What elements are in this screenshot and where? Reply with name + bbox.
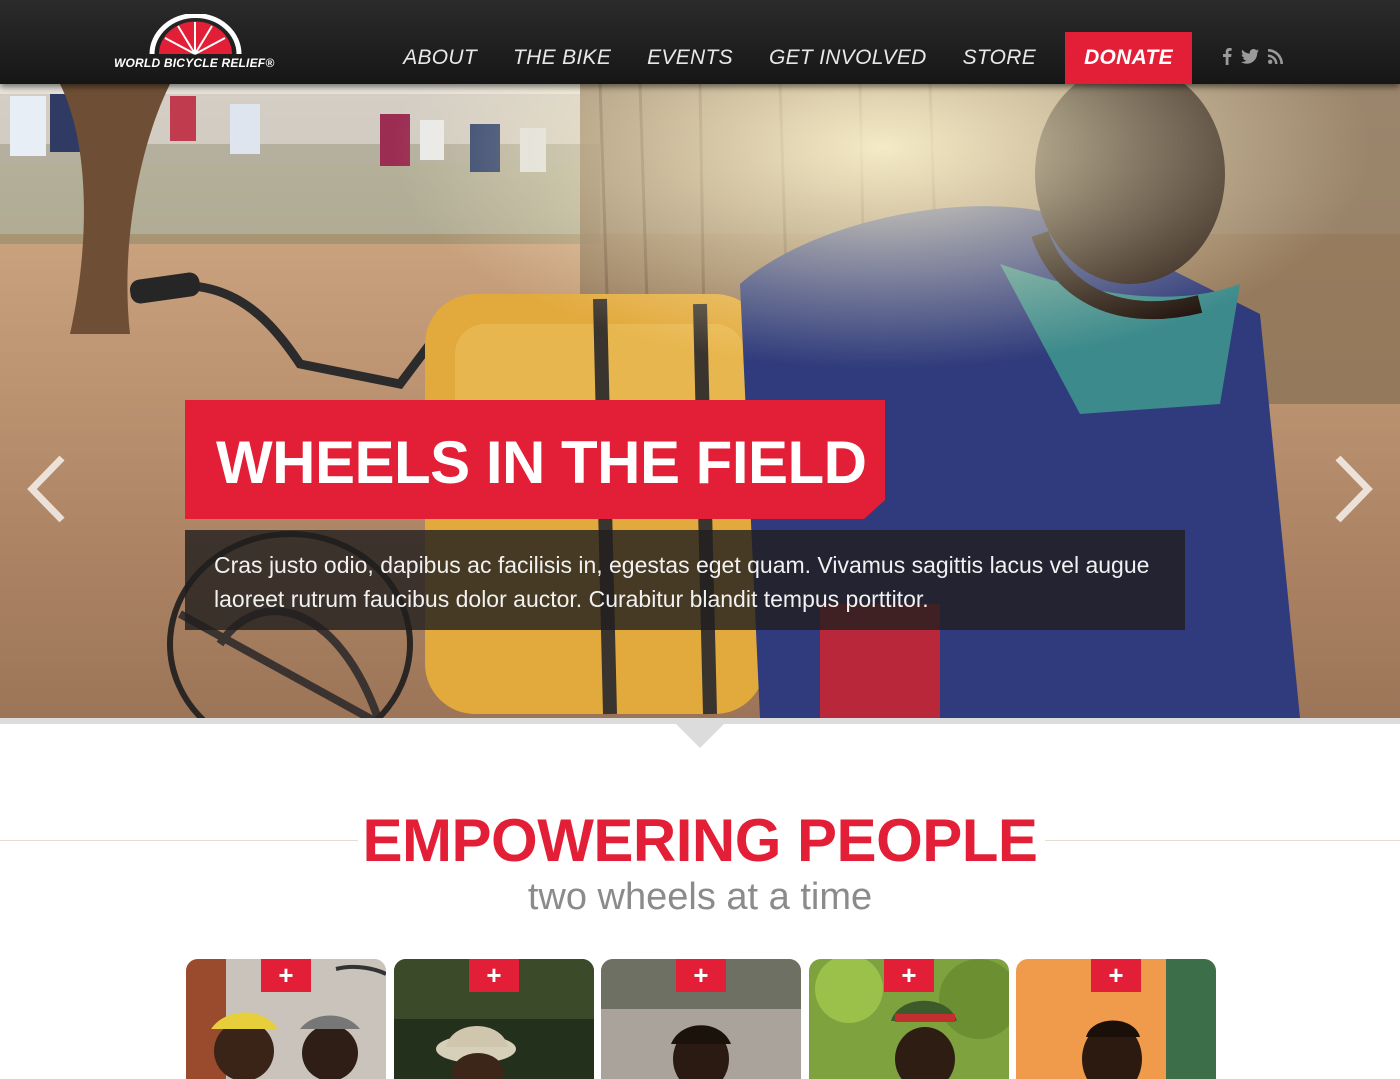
story-card[interactable]: + xyxy=(1016,959,1216,1079)
card-expand-button[interactable]: + xyxy=(261,959,311,992)
site-header: WORLD BICYCLE RELIEF® ABOUT THE BIKE EVE… xyxy=(0,0,1400,84)
prev-slide-arrow-icon[interactable] xyxy=(26,454,66,524)
logo-text: WORLD BICYCLE RELIEF® xyxy=(114,56,275,70)
nav-the-bike[interactable]: THE BIKE xyxy=(513,32,611,84)
hero-title-banner: WHEELS IN THE FIELD xyxy=(185,400,885,519)
hero-title: WHEELS IN THE FIELD xyxy=(216,429,867,496)
nav-get-involved[interactable]: GET INVOLVED xyxy=(769,32,927,84)
card-expand-button[interactable]: + xyxy=(884,959,934,992)
story-card[interactable]: + xyxy=(809,959,1009,1079)
story-card[interactable]: + xyxy=(186,959,386,1079)
nav-store[interactable]: STORE xyxy=(963,32,1036,84)
card-expand-button[interactable]: + xyxy=(1091,959,1141,992)
hero-caption: Cras justo odio, dapibus ac facilisis in… xyxy=(185,530,1185,630)
story-card[interactable]: + xyxy=(394,959,594,1079)
section-headline: EMPOWERING PEOPLE xyxy=(362,807,1038,874)
card-expand-button[interactable]: + xyxy=(469,959,519,992)
donate-button[interactable]: DONATE xyxy=(1065,32,1192,84)
section-subhead: two wheels at a time xyxy=(527,876,873,918)
next-slide-arrow-icon[interactable] xyxy=(1334,454,1374,524)
nav-events[interactable]: EVENTS xyxy=(647,32,733,84)
down-pointer-icon xyxy=(676,724,724,748)
twitter-icon[interactable] xyxy=(1241,48,1259,69)
story-card[interactable]: + xyxy=(601,959,801,1079)
rss-icon[interactable] xyxy=(1268,48,1283,69)
hero-caption-text: Cras justo odio, dapibus ac facilisis in… xyxy=(214,552,1150,612)
facebook-icon[interactable] xyxy=(1222,47,1232,70)
main-nav: ABOUT THE BIKE EVENTS GET INVOLVED STORE… xyxy=(367,32,1192,84)
nav-about[interactable]: ABOUT xyxy=(403,32,477,84)
card-expand-button[interactable]: + xyxy=(676,959,726,992)
logo-wheel-icon xyxy=(149,14,242,55)
social-links xyxy=(1222,47,1283,70)
logo[interactable]: WORLD BICYCLE RELIEF® xyxy=(114,14,279,74)
